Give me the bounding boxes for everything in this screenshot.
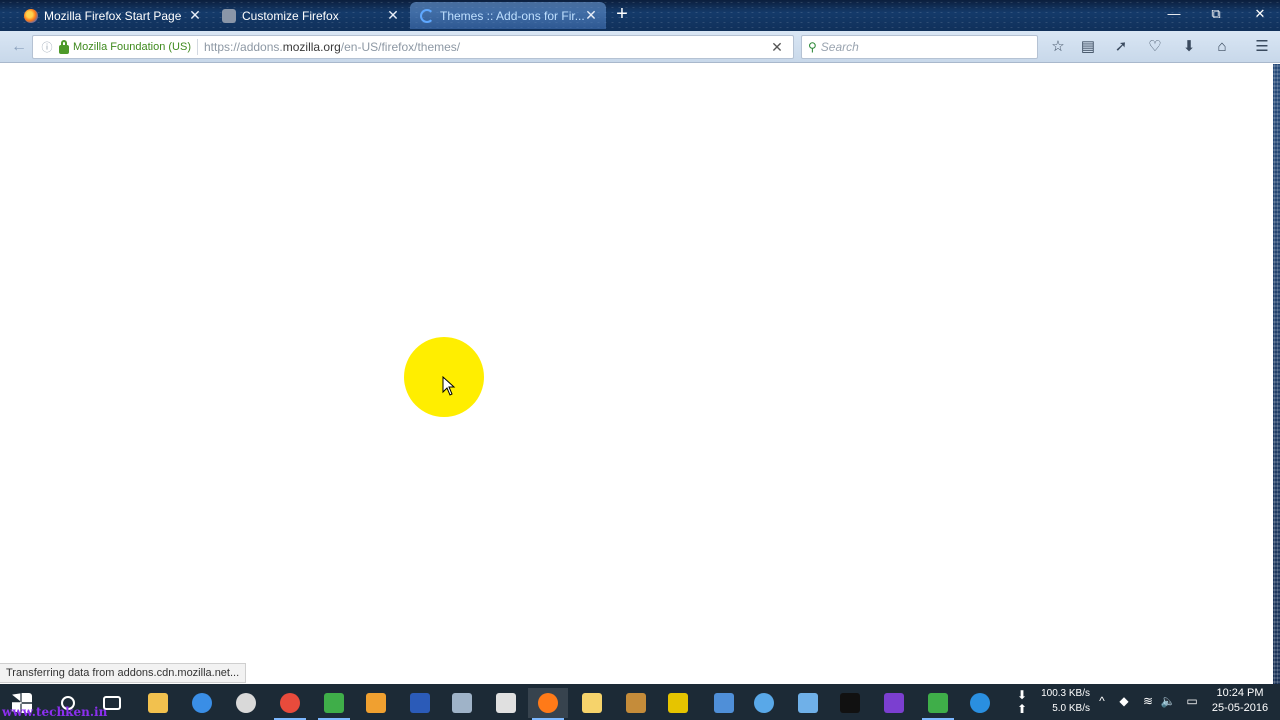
page-content [0,64,1273,684]
taskbar-app-orange[interactable] [356,688,396,718]
url-bar[interactable]: ⓘ Mozilla Foundation (US) https://addons… [32,35,794,59]
minimize-button[interactable]: — [1162,4,1186,24]
clock[interactable]: 10:24 PM 25-05-2016 [1208,686,1272,716]
search-icon: ⚲ [808,40,817,54]
site-identity[interactable]: Mozilla Foundation (US) [73,41,191,53]
taskbar-app-yellow[interactable] [658,688,698,718]
desktop-edge [1273,64,1280,684]
screen: Mozilla Firefox Start Page ✕ Customize F… [0,0,1280,720]
taskbar-app-green[interactable] [314,688,354,720]
app-red-icon [236,693,256,713]
url-domain: mozilla.org [282,40,341,54]
loading-icon [420,8,434,23]
status-bar: Transferring data from addons.cdn.mozill… [0,663,247,683]
info-icon[interactable]: ⓘ [39,39,55,55]
taskbar-app-dark[interactable] [616,688,656,718]
tab-title: Customize Firefox [242,8,339,23]
restore-button[interactable]: ⧉ [1204,4,1228,24]
wifi-icon[interactable]: ≋ [1140,693,1156,709]
url-path: /en-US/firefox/themes/ [340,40,461,54]
calculator-icon [496,693,516,713]
taskbar-cmd[interactable] [830,688,870,718]
app-gray-icon [452,693,472,713]
notification-icon[interactable]: ▭ [1184,693,1200,709]
chrome-icon [280,693,300,713]
tab-title: Themes :: Add-ons for Fir... [440,8,585,23]
volume-icon[interactable]: 🔈 [1160,693,1176,709]
firefox-icon [538,693,558,713]
close-icon[interactable]: ✕ [386,8,400,22]
stop-icon[interactable]: ✕ [769,39,785,55]
taskbar-chrome[interactable] [270,688,310,720]
folder-icon [582,693,602,713]
file-explorer-icon [148,693,168,713]
tab-customize[interactable]: Customize Firefox ✕ [212,2,408,29]
bookmark-star-icon[interactable]: ☆ [1048,38,1068,56]
app-green-icon [324,693,344,713]
divider [197,39,198,55]
new-tab-button[interactable]: + [613,4,631,24]
watermark: www.techken.in [2,705,108,719]
word-icon [410,693,430,713]
taskbar-calculator[interactable] [486,688,526,718]
app-dark-icon [626,693,646,713]
network-app-icon [714,693,734,713]
gear-icon [222,8,236,23]
search-placeholder: Search [820,40,859,54]
tab-themes[interactable]: Themes :: Add-ons for Fir... ✕ [410,2,606,29]
time: 10:24 PM [1216,687,1264,699]
home-icon[interactable]: ⌂ [1212,38,1232,56]
download-icon[interactable]: ⬇ [1179,38,1199,56]
date: 25-05-2016 [1211,702,1269,714]
close-window-button[interactable]: ✕ [1248,4,1272,24]
net-down: 100.3 KB/s [1041,688,1090,699]
taskbar-word[interactable] [400,688,440,718]
close-icon[interactable]: ✕ [188,8,202,22]
send-icon[interactable]: ➚ [1111,38,1131,56]
taskbar-network-app[interactable] [704,688,744,718]
menu-icon[interactable]: ☰ [1252,38,1272,56]
taskbar-app-green2[interactable] [918,688,958,720]
taskbar-ie[interactable] [960,688,1000,718]
taskbar-vs-app[interactable] [788,688,828,718]
app-orange-icon [366,693,386,713]
edge-icon [192,693,212,713]
search-input[interactable]: ⚲ Search [801,35,1038,59]
net-up: 5.0 KB/s [1052,703,1090,714]
taskbar-globe-app[interactable] [744,688,784,718]
taskbar-firefox[interactable] [528,688,568,720]
firefox-icon [24,8,38,23]
taskbar-edge[interactable] [182,688,222,718]
cmd-icon [840,693,860,713]
app-green2-icon [928,693,948,713]
mouse-pointer-icon [442,376,456,396]
vs-app-icon [798,693,818,713]
taskbar-app-red[interactable] [226,688,266,718]
navigation-toolbar: ← ⓘ Mozilla Foundation (US) https://addo… [0,31,1280,63]
bookmarks-list-icon[interactable]: ▤ [1078,38,1098,56]
app-yellow-icon [668,693,688,713]
pocket-icon[interactable]: ♡ [1145,38,1165,56]
network-speed: 100.3 KB/s 5.0 KB/s [1014,686,1090,720]
back-button[interactable]: ← [8,37,30,57]
tab-firefox-start[interactable]: Mozilla Firefox Start Page ✕ [14,2,210,29]
taskbar-folder[interactable] [572,688,612,718]
url-text[interactable]: https://addons.mozilla.org/en-US/firefox… [204,40,460,54]
chevron-up-icon[interactable]: ^ [1094,693,1110,709]
lock-icon [59,39,69,54]
taskbar-app-purple[interactable] [874,688,914,718]
app-tray-icon[interactable]: ◆ [1116,693,1132,709]
globe-app-icon [754,693,774,713]
app-purple-icon [884,693,904,713]
taskbar-file-explorer[interactable] [138,688,178,718]
close-icon[interactable]: ✕ [584,8,598,22]
taskbar-app-gray[interactable] [442,688,482,718]
tab-title: Mozilla Firefox Start Page [44,8,182,23]
ie-icon [970,693,990,713]
url-prefix: https://addons. [204,40,283,54]
